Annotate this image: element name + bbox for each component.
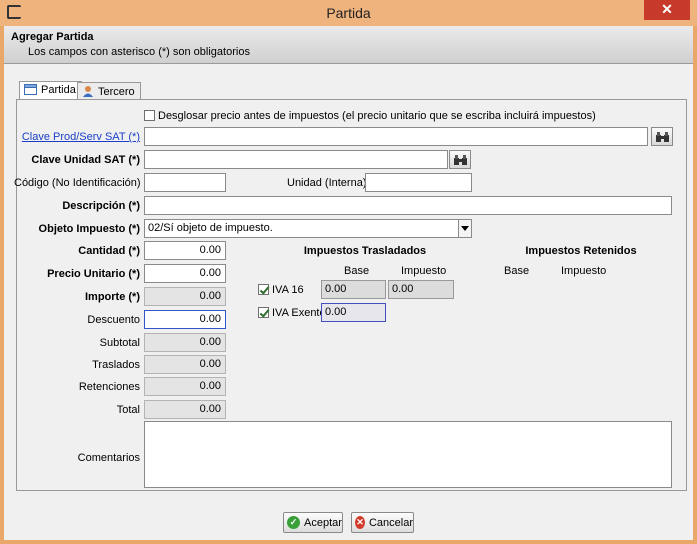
clave-unidad-label: Clave Unidad SAT (*)	[31, 154, 140, 166]
importe-label: Importe (*)	[85, 291, 140, 303]
cancel-label: Cancelar	[368, 516, 413, 529]
person-icon	[82, 85, 94, 100]
form-icon	[24, 84, 37, 98]
accept-label: Aceptar	[304, 516, 342, 529]
trasladados-impuesto-header: Impuesto	[401, 265, 447, 277]
desglosar-checkbox[interactable]	[144, 110, 155, 121]
comentarios-label: Comentarios	[77, 452, 140, 464]
descripcion-label: Descripción (*)	[62, 200, 140, 212]
close-button[interactable]: ✕	[644, 0, 690, 20]
tab-tercero[interactable]: Tercero	[77, 82, 141, 99]
trasladados-base-header: Base	[344, 265, 370, 277]
window-title: Partida	[326, 5, 371, 21]
retenidos-title: Impuestos Retenidos	[525, 245, 637, 257]
iva16-label: IVA 16	[272, 284, 304, 296]
descripcion-input[interactable]	[144, 196, 672, 215]
precio-unitario-input[interactable]: 0.00	[144, 264, 226, 283]
total-field: 0.00	[144, 400, 226, 419]
clave-prod-link[interactable]: Clave Prod/Serv SAT (*)	[14, 131, 140, 143]
iva16-checkbox[interactable]	[258, 284, 269, 295]
tab-partida[interactable]: Partida	[19, 81, 82, 99]
ivaexento-checkbox[interactable]	[258, 307, 269, 318]
retenciones-field: 0.00	[144, 377, 226, 396]
clave-unidad-input[interactable]	[144, 150, 448, 169]
header-title: Agregar Partida	[11, 31, 94, 43]
cancel-button[interactable]: ✕ Cancelar	[351, 512, 414, 533]
accept-button[interactable]: ✓ Aceptar	[283, 512, 343, 533]
check-icon: ✓	[287, 516, 300, 529]
traslados-label: Traslados	[92, 359, 140, 371]
title-bar: Partida ✕	[0, 0, 697, 26]
precio-unitario-label: Precio Unitario (*)	[47, 268, 140, 280]
objeto-impuesto-select[interactable]: 02/Sí objeto de impuesto.	[144, 219, 472, 238]
retenidos-impuesto-header: Impuesto	[561, 265, 607, 277]
cantidad-input[interactable]: 0.00	[144, 241, 226, 260]
ivaexento-label: IVA Exento	[272, 307, 326, 319]
iva16-impuesto-field: 0.00	[388, 280, 454, 299]
trasladados-title: Impuestos Trasladados	[303, 245, 427, 257]
unidad-label: Unidad (Interna)	[287, 177, 367, 189]
cantidad-label: Cantidad (*)	[78, 245, 140, 257]
descuento-input[interactable]: 0.00	[144, 310, 226, 329]
desglosar-label: Desglosar precio antes de impuestos (el …	[158, 110, 596, 122]
binoculars-icon	[655, 131, 669, 142]
iva16-base-field: 0.00	[321, 280, 386, 299]
binoculars-icon	[453, 154, 467, 165]
unidad-input[interactable]	[365, 173, 472, 192]
ivaexento-base-field: 0.00	[321, 303, 386, 322]
dialog-header: Agregar Partida Los campos con asterisco…	[4, 26, 693, 64]
subtotal-field: 0.00	[144, 333, 226, 352]
search-clave-unidad-button[interactable]	[449, 150, 471, 169]
clave-prod-input[interactable]	[144, 127, 648, 146]
tab-tercero-label: Tercero	[98, 86, 135, 98]
codigo-label: Código (No Identificación)	[14, 177, 141, 189]
descuento-label: Descuento	[87, 314, 140, 326]
cancel-icon: ✕	[355, 516, 365, 529]
total-label: Total	[116, 404, 140, 416]
tab-partida-label: Partida	[41, 84, 76, 96]
comentarios-textarea[interactable]	[144, 421, 672, 488]
subtotal-label: Subtotal	[99, 337, 140, 349]
search-clave-prod-button[interactable]	[651, 127, 673, 146]
header-subtitle: Los campos con asterisco (*) son obligat…	[28, 46, 250, 58]
retenidos-base-header: Base	[504, 265, 530, 277]
chevron-down-icon[interactable]	[458, 220, 471, 237]
retenciones-label: Retenciones	[78, 381, 140, 393]
objeto-impuesto-value: 02/Sí objeto de impuesto.	[148, 222, 273, 234]
dialog-window: Agregar Partida Los campos con asterisco…	[4, 26, 693, 540]
objeto-impuesto-label: Objeto Impuesto (*)	[38, 223, 140, 235]
codigo-input[interactable]	[144, 173, 226, 192]
traslados-field: 0.00	[144, 355, 226, 374]
importe-field: 0.00	[144, 287, 226, 306]
